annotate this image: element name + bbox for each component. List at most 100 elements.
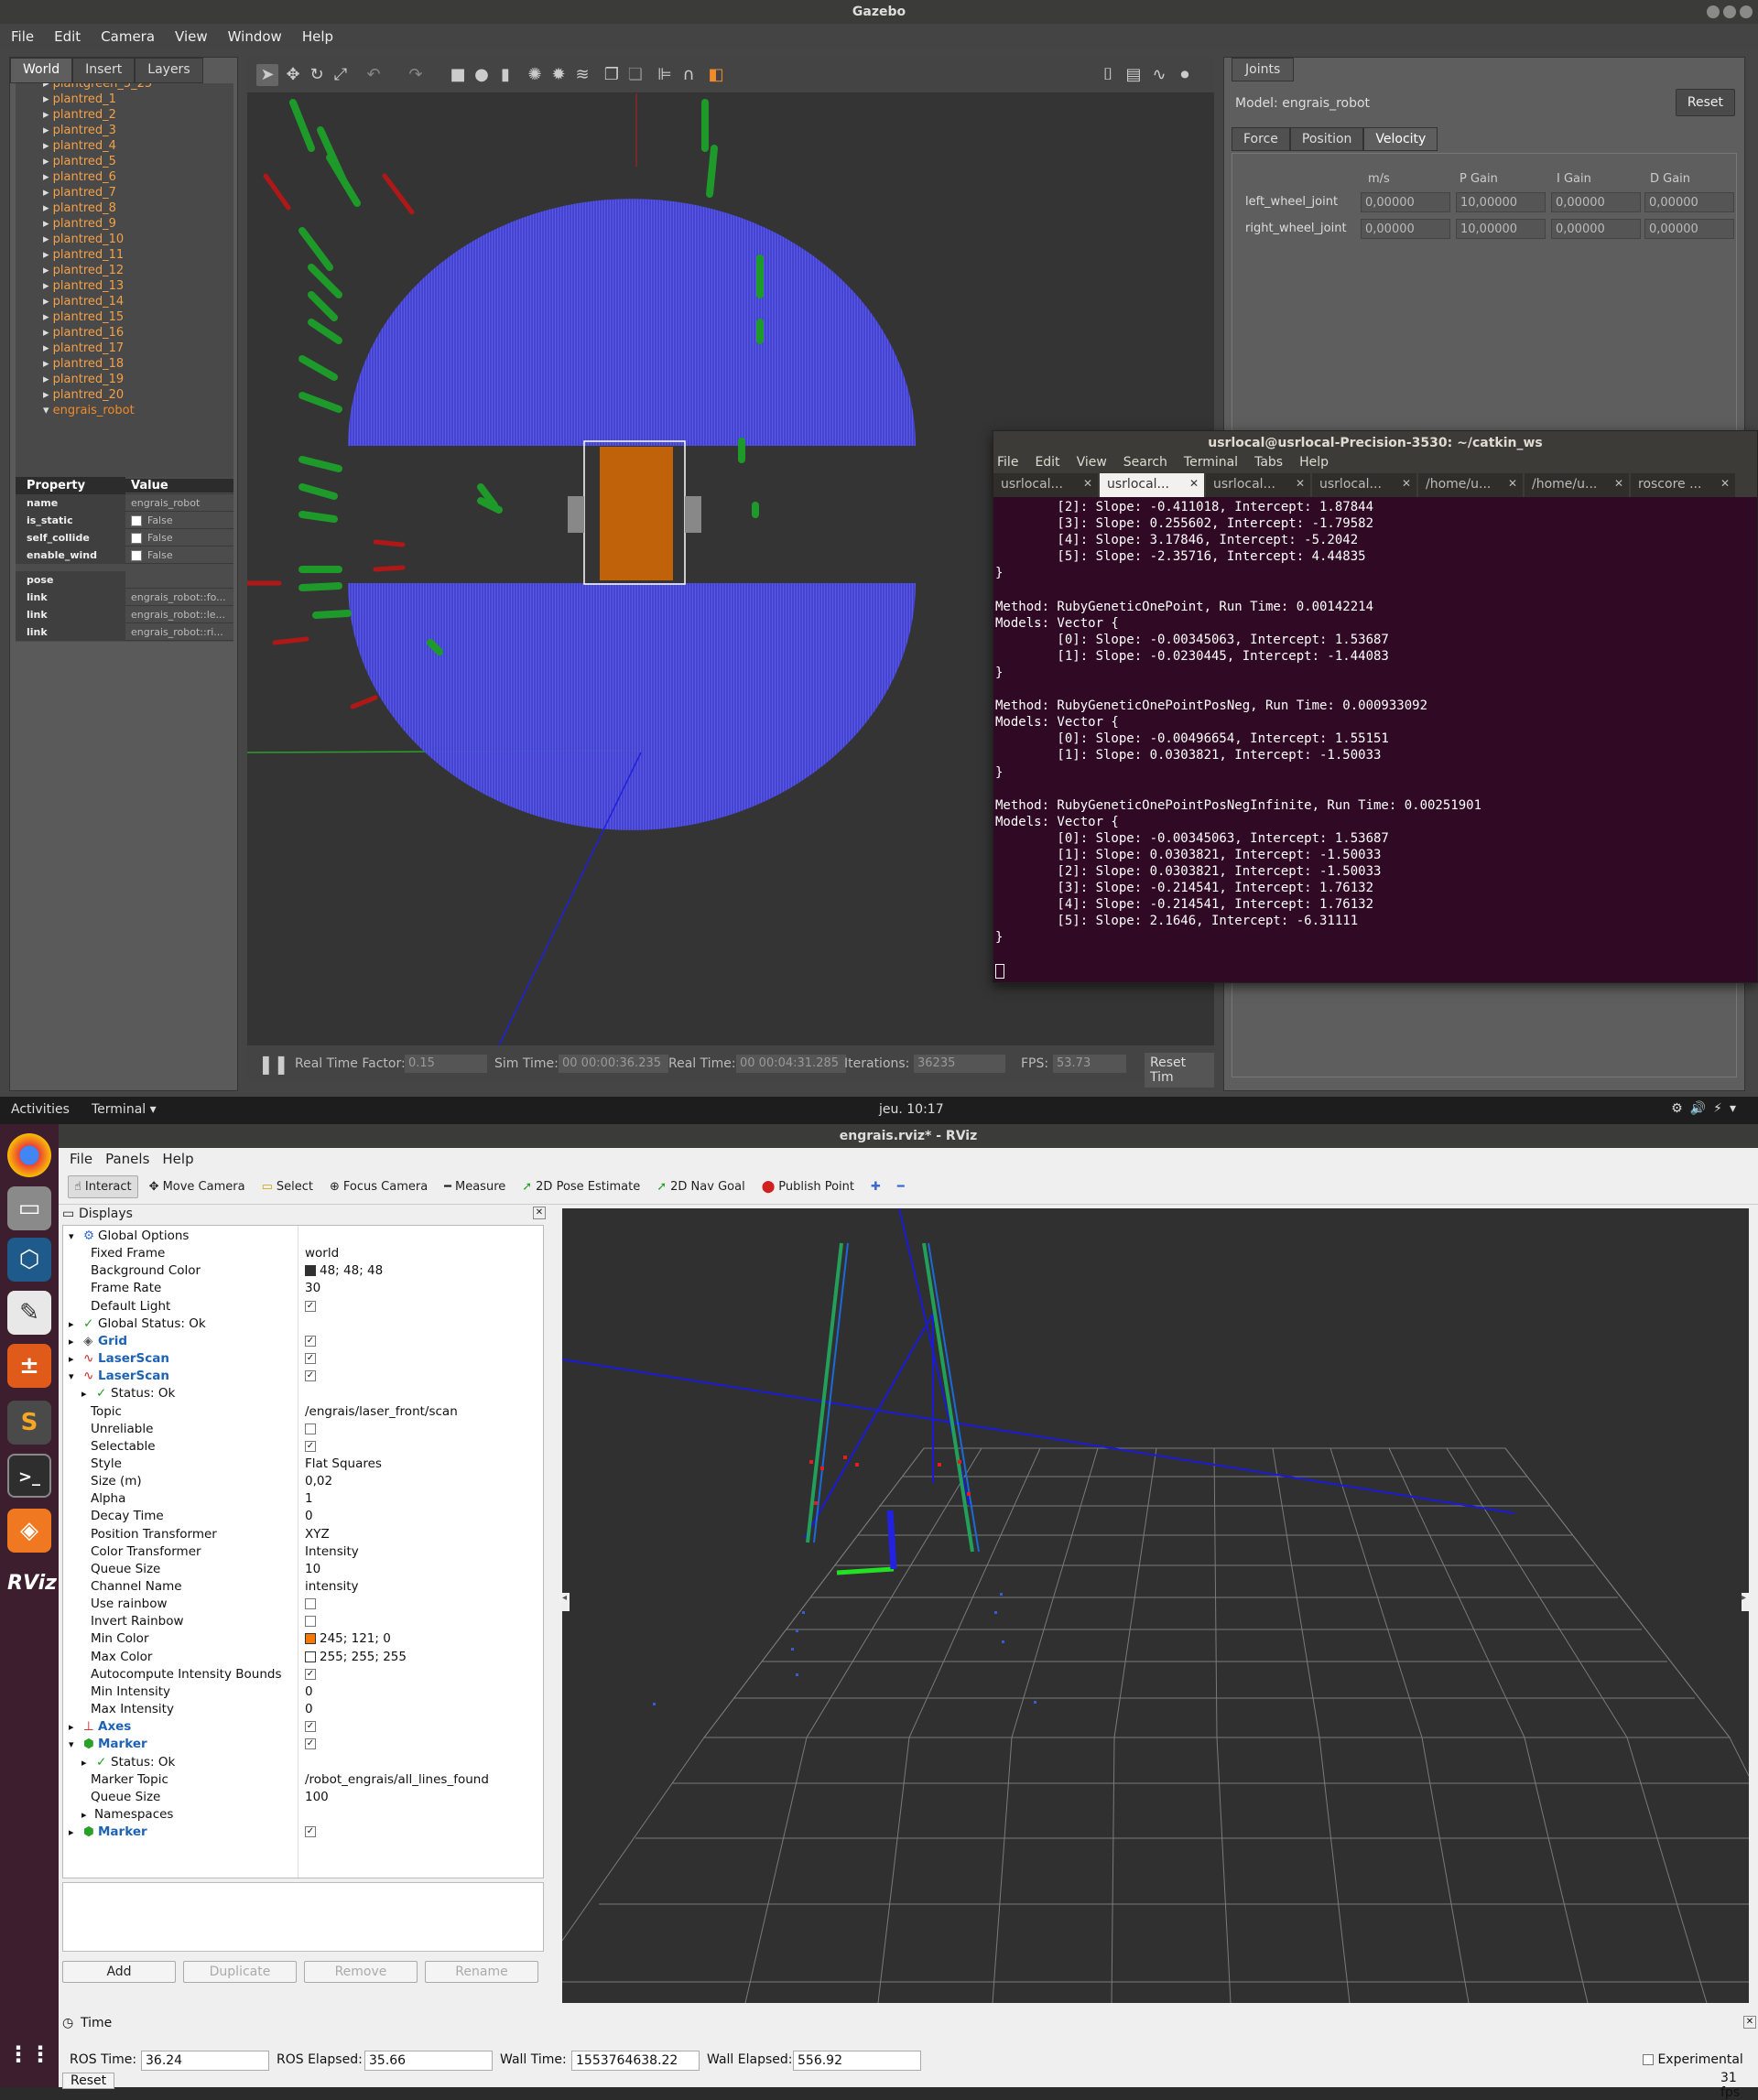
display-row[interactable]: Marker Topic/robot_engrais/all_lines_fou…	[63, 1771, 543, 1789]
display-checkbox[interactable]: ✓	[305, 1721, 316, 1733]
display-value-cell[interactable]: XYZ	[305, 1526, 330, 1543]
close-icon[interactable]: ✕	[1743, 2016, 1756, 2029]
display-value-cell[interactable]	[305, 1421, 316, 1438]
rviz-scene[interactable]	[562, 1208, 1749, 2003]
display-checkbox[interactable]: ✓	[305, 1335, 316, 1347]
display-row[interactable]: Queue Size 100	[63, 1789, 543, 1806]
expand-arrow-icon[interactable]: ▸	[69, 1333, 74, 1350]
tree-item[interactable]: plantred_3	[43, 123, 233, 138]
display-row[interactable]: Selectable ✓	[63, 1438, 543, 1456]
terminal-tab[interactable]: usrlocal... ✕	[993, 473, 1098, 497]
velocity-field[interactable]: 0,00000	[1361, 192, 1450, 212]
rviz-menu-file[interactable]: File	[70, 1151, 92, 1167]
text-editor-icon[interactable]: ✎	[7, 1291, 51, 1335]
term-menu-view[interactable]: View	[1077, 455, 1107, 473]
property-row[interactable]: link engrais_robot::le...	[16, 605, 233, 623]
display-value-cell[interactable]: 245; 121; 0	[305, 1630, 391, 1648]
robot-body[interactable]	[600, 447, 673, 580]
display-value-cell[interactable]: intensity	[305, 1578, 359, 1596]
terminal-tab[interactable]: usrlocal... ✕	[1206, 473, 1310, 497]
terminal-tab[interactable]: roscore ... ✕	[1631, 473, 1735, 497]
display-value-cell[interactable]	[305, 1596, 316, 1613]
display-value-cell[interactable]: ✓	[305, 1368, 316, 1385]
video-record-icon[interactable]: ⏺	[1174, 64, 1196, 86]
tree-item-expanded[interactable]: engrais_robot	[43, 403, 233, 418]
collapse-right-icon[interactable]: ▸	[1742, 1593, 1749, 1611]
time-reset-button[interactable]: Reset	[62, 2073, 115, 2089]
translate-icon[interactable]: ✥	[282, 64, 304, 86]
screenshot-icon[interactable]: ⌷	[1097, 64, 1119, 86]
display-row[interactable]: ▾ ∿ LaserScan ✓	[63, 1368, 543, 1385]
tool-focus-camera[interactable]: ⊕ Focus Camera	[324, 1176, 433, 1197]
expand-arrow-icon[interactable]: ▾	[69, 1228, 74, 1245]
display-row[interactable]: Position Transformer XYZ	[63, 1526, 543, 1543]
display-value[interactable]: 0	[305, 1509, 313, 1523]
property-row[interactable]: enable_wind False	[16, 546, 233, 564]
display-value-cell[interactable]: Intensity	[305, 1543, 359, 1561]
display-checkbox[interactable]: ✓	[305, 1353, 316, 1365]
tool-move-camera[interactable]: ✥ Move Camera	[144, 1176, 251, 1197]
add-tool-icon[interactable]: ✚	[865, 1176, 886, 1197]
wall-time-field[interactable]: 1553764638.22	[571, 2051, 700, 2071]
display-row[interactable]: Fixed Frame world	[63, 1245, 543, 1262]
display-value[interactable]: world	[305, 1246, 339, 1261]
tree-item[interactable]: plantred_9	[43, 216, 233, 232]
expand-arrow-icon[interactable]: ▾	[69, 1368, 74, 1385]
property-checkbox[interactable]	[131, 532, 142, 544]
tree-item[interactable]: plantred_5	[43, 154, 233, 169]
calculator-icon[interactable]: ±	[7, 1344, 51, 1388]
tool-2d-nav-goal[interactable]: ➚ 2D Nav Goal	[651, 1176, 750, 1197]
menu-file[interactable]: File	[11, 28, 34, 45]
display-value-cell[interactable]: ✓	[305, 1438, 316, 1456]
remove-tool-icon[interactable]: ━	[892, 1176, 910, 1197]
terminal-window[interactable]: usrlocal@usrlocal-Precision-3530: ~/catk…	[993, 430, 1758, 983]
tree-item[interactable]: plantred_6	[43, 169, 233, 185]
display-row[interactable]: ▾ ⚙ Global Options	[63, 1228, 543, 1245]
display-value[interactable]: 245; 121; 0	[320, 1631, 391, 1646]
tab-joints[interactable]: Joints	[1232, 58, 1295, 81]
tab-layers[interactable]: Layers	[135, 58, 203, 83]
p-gain-field[interactable]: 10,00000	[1456, 192, 1546, 212]
tool-interact[interactable]: ☝ Interact	[68, 1175, 138, 1198]
close-icon[interactable]: ✕	[533, 1207, 546, 1219]
sphere-icon[interactable]: ●	[471, 64, 493, 86]
display-checkbox[interactable]: ✓	[305, 1738, 316, 1750]
activities-button[interactable]: Activities	[11, 1102, 70, 1117]
display-checkbox[interactable]: ✓	[305, 1370, 316, 1382]
directional-light-icon[interactable]: ≋	[571, 64, 593, 86]
undo-icon[interactable]: ↶	[363, 64, 385, 86]
scale-icon[interactable]: ⤢	[330, 64, 352, 86]
terminal-tab[interactable]: usrlocal... ✕	[1100, 473, 1204, 497]
display-row[interactable]: Queue Size 10	[63, 1561, 543, 1578]
pause-icon[interactable]: ❚❚	[258, 1053, 289, 1075]
ros-time-field[interactable]: 36.24	[141, 2051, 269, 2071]
color-swatch[interactable]	[305, 1651, 316, 1662]
close-tab-icon[interactable]: ✕	[1720, 477, 1730, 490]
reset-time-button[interactable]: Reset Tim	[1145, 1053, 1214, 1088]
property-checkbox[interactable]	[131, 549, 142, 561]
p-gain-field[interactable]: 10,00000	[1456, 219, 1546, 239]
display-checkbox[interactable]	[305, 1616, 316, 1628]
expand-arrow-icon[interactable]: ▸	[69, 1718, 74, 1736]
tool-publish-point[interactable]: ⬤ Publish Point	[756, 1176, 860, 1197]
display-value[interactable]: 10	[305, 1562, 320, 1576]
tab-velocity[interactable]: Velocity	[1363, 127, 1438, 151]
menu-camera[interactable]: Camera	[101, 28, 155, 45]
display-row[interactable]: Max Color 255; 255; 255	[63, 1649, 543, 1666]
term-menu-terminal[interactable]: Terminal	[1184, 455, 1238, 473]
display-value[interactable]: 0	[305, 1684, 313, 1699]
close-tab-icon[interactable]: ✕	[1083, 477, 1092, 490]
tree-item[interactable]: plantred_10	[43, 232, 233, 247]
i-gain-field[interactable]: 0,00000	[1551, 219, 1641, 239]
display-value[interactable]: 48; 48; 48	[320, 1263, 383, 1278]
display-checkbox[interactable]	[305, 1423, 316, 1434]
display-row[interactable]: Decay Time 0	[63, 1508, 543, 1525]
tree-item[interactable]: plantred_8	[43, 200, 233, 216]
term-menu-help[interactable]: Help	[1299, 455, 1329, 473]
experimental-checkbox[interactable]: Experimental	[1643, 2052, 1743, 2067]
log-icon[interactable]: ▤	[1123, 64, 1145, 86]
tree-item[interactable]: plantred_7	[43, 185, 233, 200]
tab-insert[interactable]: Insert	[72, 58, 136, 83]
virtualbox-icon[interactable]: ⬡	[7, 1238, 51, 1282]
display-value-cell[interactable]: 1	[305, 1490, 313, 1508]
